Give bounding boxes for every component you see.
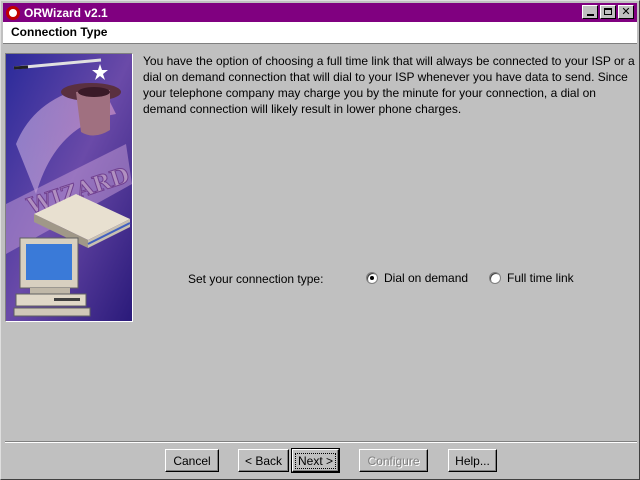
configure-button[interactable]: Configure	[359, 449, 428, 472]
wizard-window: ORWizard v2.1 ✕ Connection Type WIZARD Y…	[0, 0, 640, 480]
radio-unchecked-icon[interactable]	[489, 272, 501, 284]
back-button[interactable]: < Back	[238, 449, 289, 472]
full-time-link-label[interactable]: Full time link	[507, 271, 574, 285]
maximize-button[interactable]	[600, 5, 616, 19]
dial-on-demand-radio[interactable]: Dial on demand	[366, 271, 468, 285]
help-button[interactable]: Help...	[448, 449, 497, 472]
cancel-button[interactable]: Cancel	[165, 449, 219, 472]
connection-type-label: Set your connection type:	[188, 272, 324, 286]
next-button[interactable]: Next >	[291, 448, 340, 473]
app-logo-icon[interactable]	[6, 5, 20, 20]
minimize-button[interactable]	[582, 5, 598, 19]
title-bar[interactable]: ORWizard v2.1 ✕	[3, 3, 637, 22]
wizard-header: Connection Type	[3, 22, 637, 44]
page-title: Connection Type	[11, 25, 108, 39]
full-time-link-radio[interactable]: Full time link	[489, 271, 574, 285]
connection-description: You have the option of choosing a full t…	[143, 54, 635, 116]
wizard-illustration: WIZARD	[5, 53, 133, 322]
window-title: ORWizard v2.1	[24, 5, 108, 20]
wizard-illustration-graphic: WIZARD	[6, 54, 132, 321]
radio-checked-icon[interactable]	[366, 272, 378, 284]
close-button[interactable]: ✕	[618, 5, 634, 19]
dial-on-demand-label[interactable]: Dial on demand	[384, 271, 468, 285]
